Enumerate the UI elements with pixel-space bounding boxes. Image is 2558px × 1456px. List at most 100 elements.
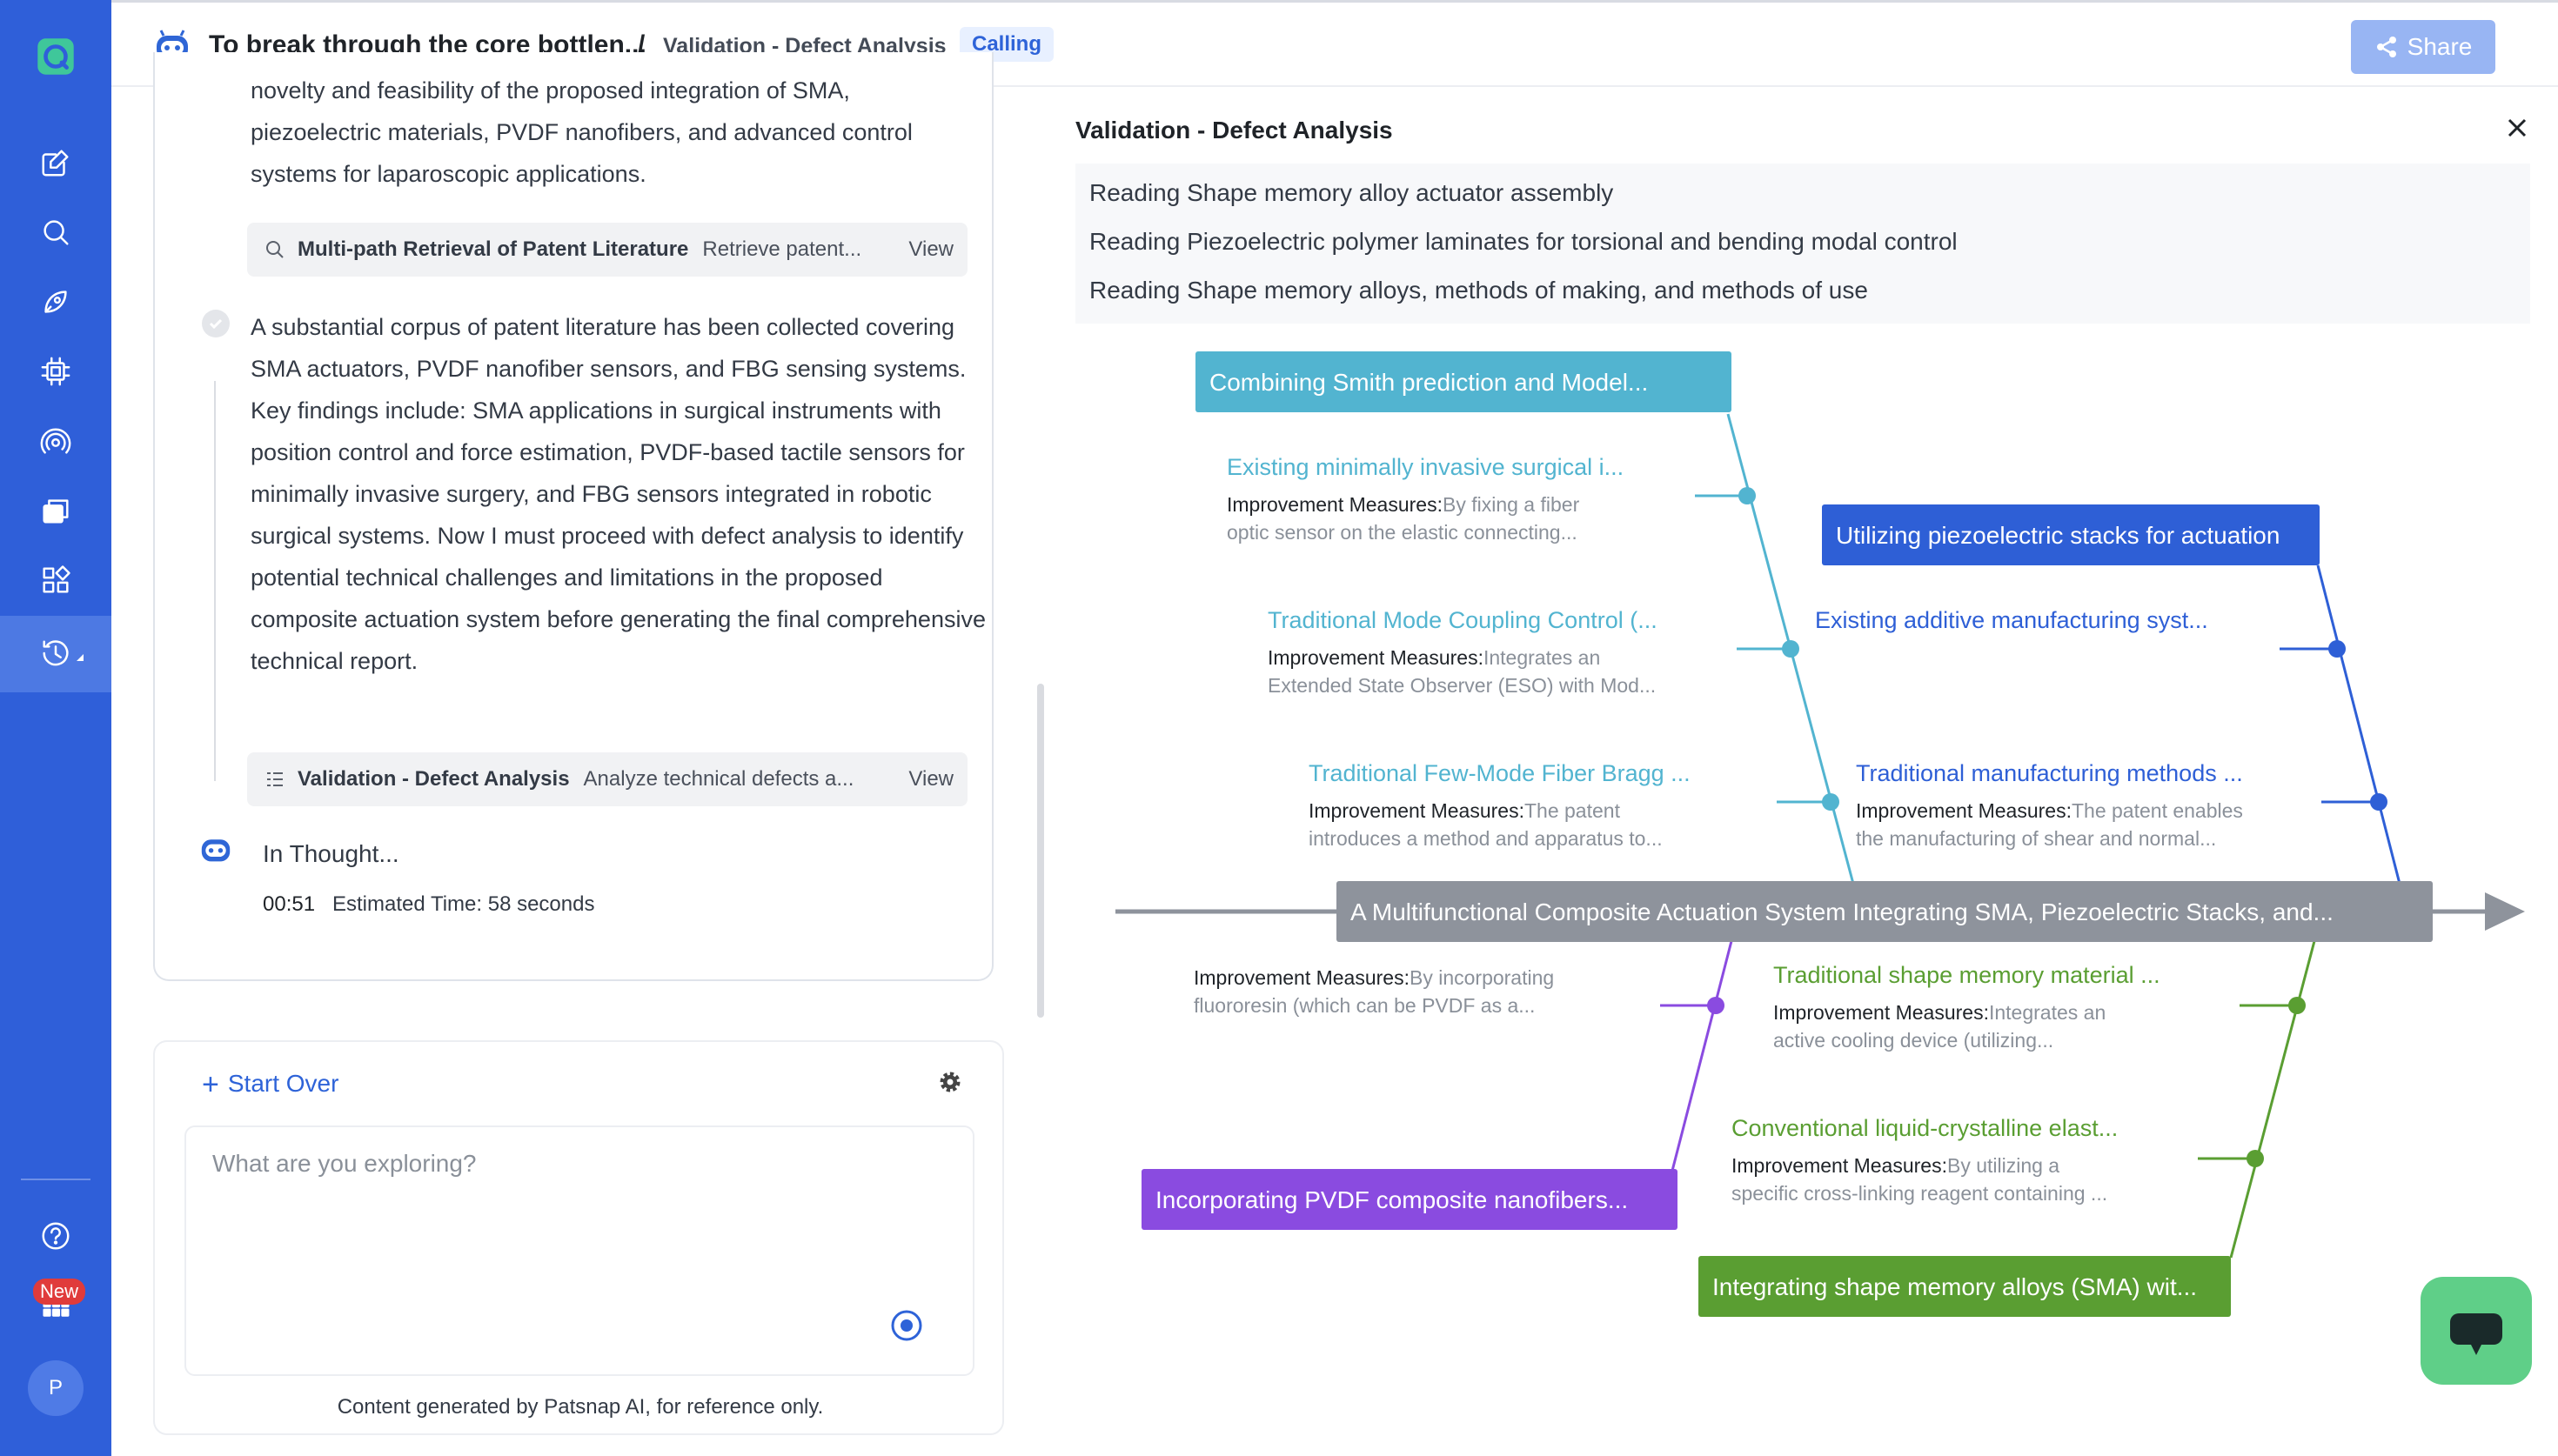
- bone-blue: [2316, 564, 2401, 885]
- explore-icon[interactable]: [34, 280, 77, 324]
- sidebar-divider: [21, 1179, 90, 1180]
- composer: + Start Over What are you exploring? Cont…: [153, 1040, 1004, 1435]
- rib-node: [2288, 997, 2306, 1014]
- cause-measure: Improvement Measures:By utilizing a: [1731, 1154, 2059, 1177]
- app-logo-icon[interactable]: [34, 35, 77, 78]
- tool-name: Validation - Defect Analysis: [298, 767, 570, 791]
- rib-node: [2370, 793, 2387, 811]
- cause-measure: Improvement Measures:The patent: [1309, 799, 1621, 822]
- cause-text: active cooling device (utilizing...: [1773, 1029, 2053, 1052]
- avatar[interactable]: P: [28, 1360, 84, 1416]
- reading-item: Reading Shape memory alloy actuator asse…: [1089, 179, 1614, 206]
- rib-node: [2328, 640, 2346, 658]
- cause-measure: Improvement Measures:Integrates an: [1773, 1001, 2106, 1024]
- category-label: Utilizing piezoelectric stacks for actua…: [1836, 522, 2280, 549]
- cause-title: Existing additive manufacturing syst...: [1815, 607, 2208, 633]
- timeline-line: [214, 381, 216, 781]
- new-chat-icon[interactable]: [34, 141, 77, 184]
- apps-icon[interactable]: [34, 558, 77, 602]
- cause-text: the manufacturing of shear and normal...: [1856, 827, 2216, 850]
- cause-title: Conventional liquid-crystalline elast...: [1731, 1115, 2118, 1141]
- cause-item[interactable]: Conventional liquid-crystalline elast...…: [1731, 1115, 2118, 1205]
- bone-purple: [1671, 940, 1733, 1172]
- cause-title: Traditional Mode Coupling Control (...: [1268, 607, 1657, 633]
- settings-gear-icon[interactable]: [936, 1068, 964, 1096]
- cause-item[interactable]: Traditional shape memory material ... Im…: [1773, 962, 2160, 1052]
- cause-title: Traditional Few-Mode Fiber Bragg ...: [1309, 760, 1691, 786]
- tool-name: Multi-path Retrieval of Patent Literatur…: [298, 237, 689, 261]
- record-icon[interactable]: [889, 1308, 924, 1343]
- cause-item[interactable]: Existing additive manufacturing syst...: [1815, 607, 2208, 633]
- panel-title: Validation - Defect Analysis: [1075, 117, 1393, 144]
- files-icon[interactable]: [34, 489, 77, 532]
- cause-item[interactable]: Traditional manufacturing methods ... Im…: [1856, 760, 2243, 850]
- cause-item[interactable]: Traditional Few-Mode Fiber Bragg ... Imp…: [1309, 760, 1691, 850]
- cause-text: introduces a method and apparatus to...: [1309, 827, 1663, 850]
- cause-item[interactable]: Improvement Measures:By incorporating fl…: [1194, 966, 1554, 1017]
- start-over-button[interactable]: + Start Over: [202, 1068, 338, 1102]
- query-input[interactable]: What are you exploring?: [184, 1125, 974, 1376]
- scrollbar[interactable]: [1037, 684, 1044, 1018]
- history-icon[interactable]: [34, 631, 77, 675]
- chat-support-button[interactable]: [2421, 1277, 2532, 1385]
- disclaimer: Content generated by Patsnap AI, for ref…: [337, 1395, 824, 1419]
- cause-text: fluororesin (which can be PVDF as a...: [1194, 994, 1535, 1017]
- cause-item[interactable]: Existing minimally invasive surgical i..…: [1227, 454, 1624, 544]
- cause-title: Traditional shape memory material ...: [1773, 962, 2160, 988]
- category-label: Combining Smith prediction and Model...: [1209, 369, 1648, 396]
- bot-avatar-icon: [201, 839, 231, 862]
- thinking-status: In Thought...: [263, 840, 399, 867]
- start-over-label: Start Over: [227, 1070, 339, 1097]
- help-icon[interactable]: [34, 1214, 77, 1258]
- share-icon: [2376, 37, 2396, 57]
- cause-measure: Improvement Measures:Integrates an: [1268, 646, 1600, 669]
- chip-icon[interactable]: [34, 350, 77, 393]
- cause-title: Existing minimally invasive surgical i..…: [1227, 454, 1624, 480]
- tool-desc: Analyze technical defects a...: [583, 767, 854, 791]
- cause-measure: Improvement Measures:By fixing a fiber: [1227, 493, 1580, 516]
- reading-item: Reading Piezoelectric polymer laminates …: [1089, 228, 1958, 255]
- bone-green: [2229, 940, 2316, 1259]
- intro-paragraph: novelty and feasibility of the proposed …: [251, 77, 913, 187]
- chat-bubble-icon: [2450, 1313, 2502, 1355]
- cause-item[interactable]: Traditional Mode Coupling Control (... I…: [1268, 607, 1657, 697]
- tool-desc: Retrieve patent...: [702, 237, 862, 261]
- spine-label: A Multifunctional Composite Actuation Sy…: [1350, 898, 2334, 925]
- expand-corner-icon: [77, 654, 84, 661]
- rib-node: [1707, 997, 1724, 1014]
- view-link[interactable]: View: [908, 767, 954, 791]
- reading-item: Reading Shape memory alloys, methods of …: [1089, 277, 1868, 304]
- tool-call-retrieval[interactable]: Multi-path Retrieval of Patent Literatur…: [247, 223, 968, 277]
- close-icon[interactable]: [2504, 115, 2530, 141]
- query-placeholder: What are you exploring?: [212, 1150, 477, 1177]
- chat-thread: novelty and feasibility of the proposed …: [153, 52, 994, 981]
- category-label: Incorporating PVDF composite nanofibers.…: [1155, 1186, 1628, 1213]
- rib-node: [1738, 487, 1756, 504]
- cause-text: specific cross-linking reagent containin…: [1731, 1182, 2107, 1205]
- rib-node: [1782, 640, 1799, 658]
- rib-node: [1822, 793, 1839, 811]
- checklist-icon: [267, 772, 283, 786]
- rib-node: [2247, 1150, 2264, 1167]
- sidebar: New P: [0, 0, 111, 1456]
- fishbone-diagram: A Multifunctional Composite Actuation Sy…: [1115, 351, 2525, 1317]
- share-label: Share: [2407, 33, 2473, 60]
- search-icon[interactable]: [34, 210, 77, 254]
- cause-measure: Improvement Measures:By incorporating: [1194, 966, 1554, 989]
- step-check-icon: [202, 310, 230, 337]
- category-label: Integrating shape memory alloys (SMA) wi…: [1712, 1273, 2197, 1300]
- spine-arrow-icon: [2485, 892, 2525, 931]
- share-button[interactable]: Share: [2351, 20, 2495, 74]
- tool-call-defect-analysis[interactable]: Validation - Defect Analysis Analyze tec…: [247, 752, 968, 806]
- reading-list: Reading Shape memory alloy actuator asse…: [1075, 164, 2530, 324]
- timer: 00:51: [263, 892, 316, 916]
- cause-text: Extended State Observer (ESO) with Mod..…: [1268, 674, 1656, 697]
- estimated-time: Estimated Time: 58 seconds: [332, 892, 595, 916]
- broadcast-icon[interactable]: [34, 419, 77, 463]
- view-link[interactable]: View: [908, 237, 954, 262]
- cause-measure: Improvement Measures:The patent enables: [1856, 799, 2243, 822]
- new-badge: New: [33, 1279, 86, 1305]
- cause-title: Traditional manufacturing methods ...: [1856, 760, 2243, 786]
- search-icon: [266, 241, 284, 258]
- cause-text: optic sensor on the elastic connecting..…: [1227, 521, 1577, 544]
